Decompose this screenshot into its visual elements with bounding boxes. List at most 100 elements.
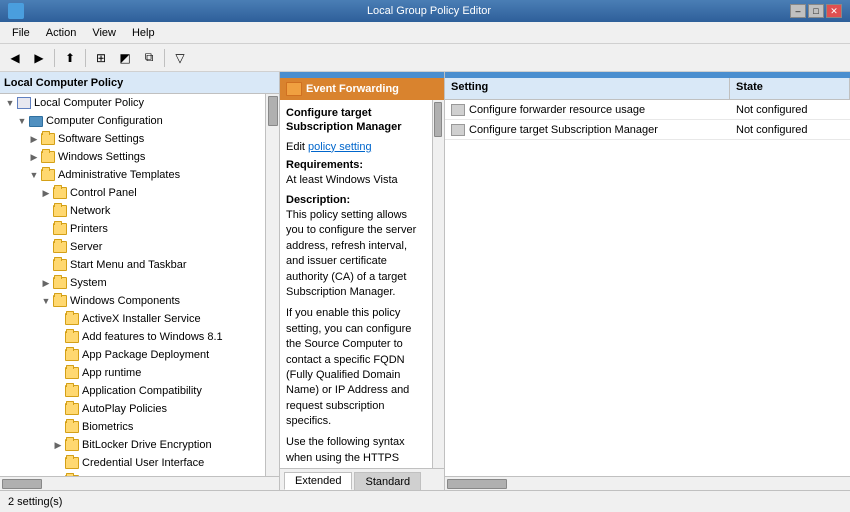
settings-row-1[interactable]: Configure forwarder resource usage Not c… xyxy=(445,100,850,120)
settings-horiz-thumb[interactable] xyxy=(447,479,507,489)
folder-icon xyxy=(52,222,68,236)
desc-setting-title: Configure target Subscription Manager xyxy=(286,106,426,135)
view-button[interactable]: ◩ xyxy=(114,47,136,69)
expand-icon[interactable]: ▶ xyxy=(52,439,64,451)
tree-node-label: Add features to Windows 8.1 xyxy=(82,331,223,343)
expand-icon[interactable]: ▼ xyxy=(16,115,28,127)
tree-node-label: Computer Configuration xyxy=(46,115,163,127)
tree-scroll[interactable]: ▼ Local Computer Policy ▼ Computer Confi… xyxy=(0,94,265,476)
tree-node-label: Control Panel xyxy=(70,187,137,199)
tree-node-admin-templates[interactable]: ▼ Administrative Templates xyxy=(0,166,265,184)
toolbar-separator-3 xyxy=(164,49,165,67)
expand-icon[interactable]: ▶ xyxy=(28,151,40,163)
file-menu[interactable]: File xyxy=(4,25,38,41)
help-menu[interactable]: Help xyxy=(124,25,163,41)
folder-icon xyxy=(64,420,80,434)
folder-icon xyxy=(64,366,80,380)
content-area: Local Computer Policy ▼ Local Computer P… xyxy=(0,72,850,490)
tree-node-computer-config[interactable]: ▼ Computer Configuration xyxy=(0,112,265,130)
folder-icon xyxy=(64,402,80,416)
desc-panel-scrollbar-container xyxy=(432,100,444,468)
tree-node-app-package[interactable]: App Package Deployment xyxy=(0,346,265,364)
tree-scroll-thumb[interactable] xyxy=(268,96,278,126)
minimize-button[interactable]: – xyxy=(790,4,806,18)
tree-node-app-runtime[interactable]: App runtime xyxy=(0,364,265,382)
settings-name-text-2: Configure target Subscription Manager xyxy=(469,124,658,136)
app-icon xyxy=(8,3,24,19)
window-title: Local Group Policy Editor xyxy=(68,5,790,17)
tree-node-software-settings[interactable]: ▶ Software Settings xyxy=(0,130,265,148)
tab-extended[interactable]: Extended xyxy=(284,472,352,490)
tree-node-system[interactable]: ▶ System xyxy=(0,274,265,292)
up-button[interactable]: ⬆ xyxy=(59,47,81,69)
tree-vert-scrollbar[interactable] xyxy=(265,94,279,476)
new-window-button[interactable]: ⧉ xyxy=(138,47,160,69)
desc-paragraph-2: If you enable this policy setting, you c… xyxy=(286,306,426,429)
expand-icon[interactable]: ▶ xyxy=(40,277,52,289)
tree-node-start-menu[interactable]: Start Menu and Taskbar xyxy=(0,256,265,274)
computer-node-icon xyxy=(16,96,32,110)
tree-node-windows-settings[interactable]: ▶ Windows Settings xyxy=(0,148,265,166)
tree-node-control-panel[interactable]: ▶ Control Panel xyxy=(0,184,265,202)
tree-node-label: Printers xyxy=(70,223,108,235)
tree-node-activex[interactable]: ActiveX Installer Service xyxy=(0,310,265,328)
desc-edit-link[interactable]: policy setting xyxy=(308,141,372,153)
expand-icon[interactable]: ▼ xyxy=(28,169,40,181)
forward-button[interactable]: ▶ xyxy=(28,47,50,69)
tree-node-label: BitLocker Drive Encryption xyxy=(82,439,212,451)
settings-cell-state-2: Not configured xyxy=(730,122,850,138)
status-bar: 2 setting(s) xyxy=(0,490,850,512)
desc-panel-tabs: Extended Standard xyxy=(280,468,444,490)
properties-button[interactable]: ⊞ xyxy=(90,47,112,69)
desc-header-folder-icon xyxy=(286,82,302,96)
maximize-button[interactable]: □ xyxy=(808,4,824,18)
tree-node-label: ActiveX Installer Service xyxy=(82,313,201,325)
desc-panel-body: Configure target Subscription Manager Ed… xyxy=(280,100,444,468)
tree-horiz-thumb[interactable] xyxy=(2,479,42,489)
monitor-icon xyxy=(28,114,44,128)
filter-button[interactable]: ▽ xyxy=(169,47,191,69)
tree-node-server[interactable]: Server xyxy=(0,238,265,256)
tree-node-bitlocker[interactable]: ▶ BitLocker Drive Encryption xyxy=(0,436,265,454)
tree-node-network[interactable]: Network xyxy=(0,202,265,220)
folder-icon xyxy=(40,168,56,182)
expand-icon[interactable]: ▶ xyxy=(28,133,40,145)
tree-node-app-compat[interactable]: Application Compatibility xyxy=(0,382,265,400)
close-button[interactable]: ✕ xyxy=(826,4,842,18)
tree-node-label: AutoPlay Policies xyxy=(82,403,167,415)
tree-node-printers[interactable]: Printers xyxy=(0,220,265,238)
tree-node-label: Credential User Interface xyxy=(82,457,204,469)
desc-scroll-thumb[interactable] xyxy=(434,102,442,137)
folder-icon xyxy=(64,330,80,344)
tree-node-windows-components[interactable]: ▼ Windows Components xyxy=(0,292,265,310)
tree-node-autoplay[interactable]: AutoPlay Policies xyxy=(0,400,265,418)
tree-node-label: Windows Components xyxy=(70,295,180,307)
tree-node-label: Windows Settings xyxy=(58,151,145,163)
folder-icon xyxy=(64,438,80,452)
desc-paragraph-1: This policy setting allows you to config… xyxy=(286,208,426,300)
desc-panel-header: Event Forwarding xyxy=(280,78,444,100)
folder-icon xyxy=(52,204,68,218)
tree-node-biometrics[interactable]: Biometrics xyxy=(0,418,265,436)
desc-requirements-label: Requirements: xyxy=(286,159,426,171)
settings-row-2[interactable]: Configure target Subscription Manager No… xyxy=(445,120,850,140)
tab-standard[interactable]: Standard xyxy=(354,472,421,490)
desc-edit-line: Edit policy setting xyxy=(286,141,426,153)
settings-columns-header: Setting State xyxy=(445,78,850,100)
tree-horiz-scrollbar[interactable] xyxy=(0,476,279,490)
back-button[interactable]: ◀ xyxy=(4,47,26,69)
desc-vert-scrollbar[interactable] xyxy=(432,100,444,468)
expand-icon[interactable]: ▼ xyxy=(4,97,16,109)
tree-node-local-computer-policy[interactable]: ▼ Local Computer Policy xyxy=(0,94,265,112)
tree-node-label: System xyxy=(70,277,107,289)
expand-icon[interactable]: ▼ xyxy=(40,295,52,307)
settings-horiz-scrollbar[interactable] xyxy=(445,476,850,490)
tree-node-label: App runtime xyxy=(82,367,141,379)
action-menu[interactable]: Action xyxy=(38,25,85,41)
view-menu[interactable]: View xyxy=(84,25,124,41)
title-bar: Local Group Policy Editor – □ ✕ xyxy=(0,0,850,22)
tree-node-add-features[interactable]: Add features to Windows 8.1 xyxy=(0,328,265,346)
tree-node-credential[interactable]: Credential User Interface xyxy=(0,454,265,472)
expand-icon[interactable]: ▶ xyxy=(40,187,52,199)
folder-icon xyxy=(64,384,80,398)
